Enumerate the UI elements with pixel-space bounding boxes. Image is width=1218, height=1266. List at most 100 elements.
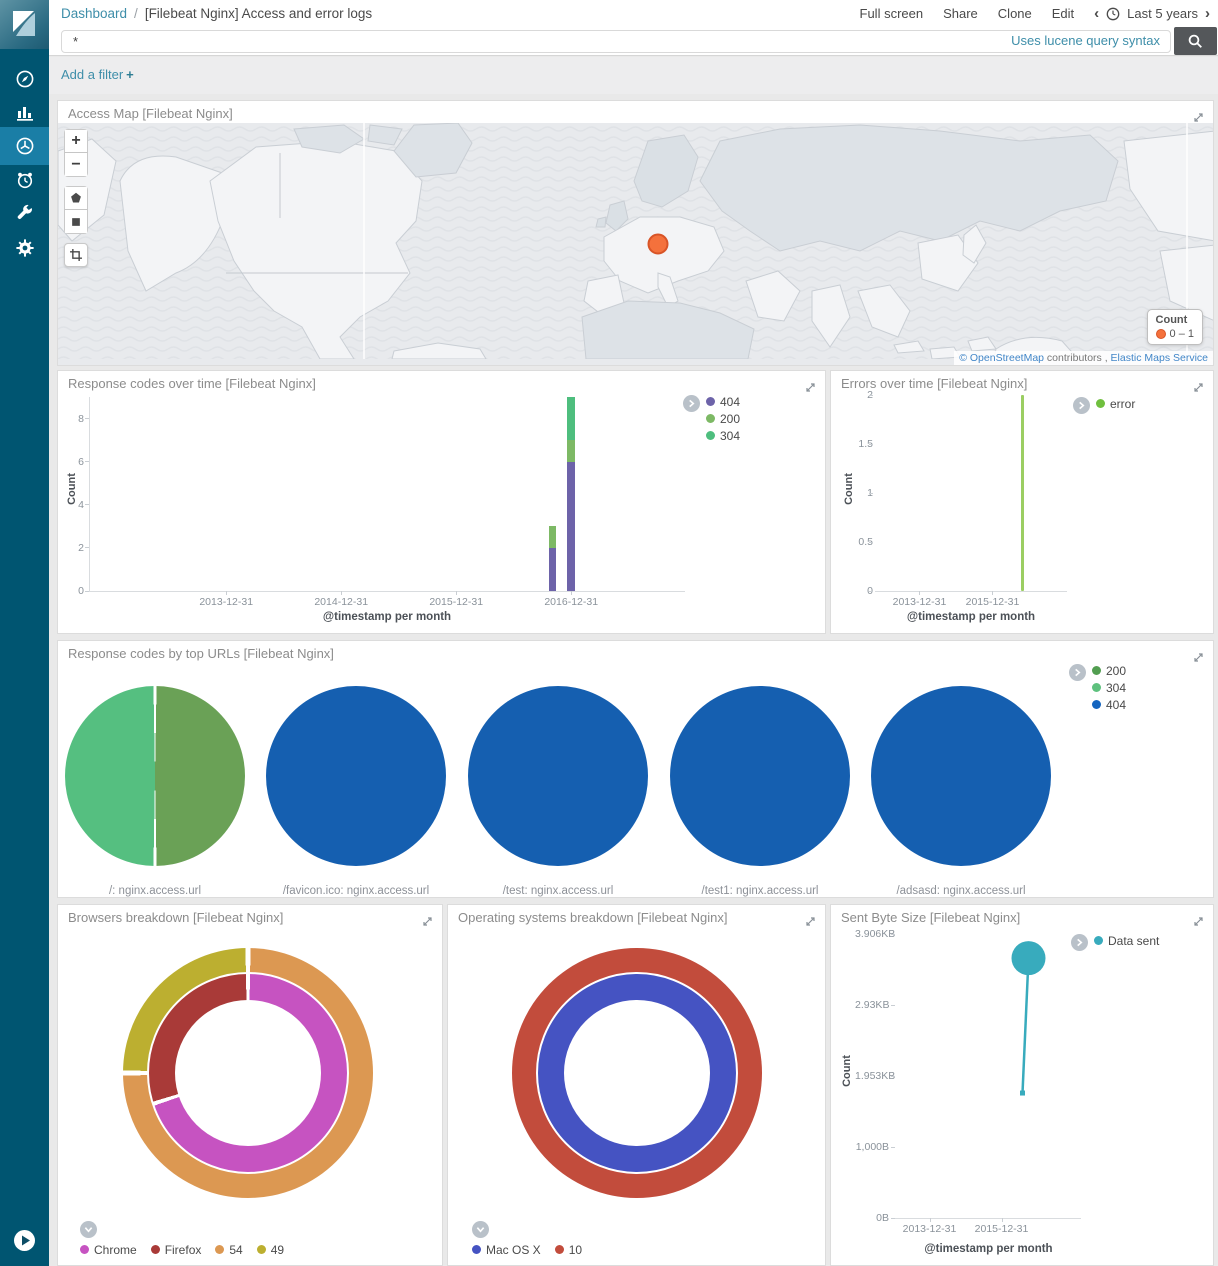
pie-label: /: nginx.access.url bbox=[109, 885, 201, 897]
y-tick-mark bbox=[869, 444, 873, 445]
legend-toggle-icon[interactable] bbox=[1073, 397, 1090, 414]
bar-404[interactable] bbox=[567, 462, 575, 591]
legend-item-Firefox[interactable]: Firefox bbox=[151, 1241, 202, 1258]
sidebar-item-management[interactable] bbox=[0, 229, 49, 267]
y-tick-label: 2 bbox=[839, 389, 873, 401]
legend-label: 10 bbox=[569, 1243, 582, 1257]
legend-item-10[interactable]: 10 bbox=[555, 1241, 582, 1258]
add-filter-button[interactable]: Add a filter+ bbox=[61, 67, 134, 82]
legend-item-49[interactable]: 49 bbox=[257, 1241, 284, 1258]
draw-rectangle-button[interactable] bbox=[64, 210, 88, 234]
world-map[interactable]: + − Count 0 – 1 © Ope bbox=[58, 123, 1213, 365]
legend-collapse-icon[interactable] bbox=[472, 1221, 489, 1238]
zoom-in-button[interactable]: + bbox=[64, 129, 88, 153]
x-tick-label: 2015-12-31 bbox=[966, 596, 1020, 608]
map-marker[interactable] bbox=[649, 235, 668, 254]
legend-item-Data sent[interactable]: Data sent bbox=[1094, 932, 1159, 949]
expand-icon[interactable] bbox=[1193, 110, 1204, 121]
map-attribution: © OpenStreetMap contributors , Elastic M… bbox=[954, 351, 1213, 365]
sidebar-item-dev-tools[interactable] bbox=[0, 194, 49, 232]
legend-item-304[interactable]: 304 bbox=[1092, 679, 1126, 696]
x-tick-mark bbox=[992, 591, 993, 595]
url-pies: /: nginx.access.url/favicon.ico: nginx.a… bbox=[58, 641, 1213, 897]
breadcrumb-dashboard-link[interactable]: Dashboard bbox=[61, 6, 127, 21]
legend-toggle-icon[interactable] bbox=[683, 395, 700, 412]
legend-item-304[interactable]: 304 bbox=[706, 427, 740, 444]
error-line[interactable] bbox=[1021, 395, 1024, 591]
map-legend: Count 0 – 1 bbox=[1147, 309, 1203, 345]
legend-collapse-icon[interactable] bbox=[80, 1221, 97, 1238]
legend-item-200[interactable]: 200 bbox=[706, 410, 740, 427]
x-tick-mark bbox=[456, 591, 457, 595]
legend-toggle-icon[interactable] bbox=[1069, 664, 1086, 681]
x-tick-label: 2015-12-31 bbox=[429, 596, 483, 608]
x-tick-label: 2013-12-31 bbox=[199, 596, 253, 608]
legend-item-404[interactable]: 404 bbox=[706, 393, 740, 410]
panel-access-map: Access Map [Filebeat Nginx] bbox=[57, 100, 1214, 366]
attribution-link[interactable]: © OpenStreetMap bbox=[959, 352, 1044, 364]
bar-200[interactable] bbox=[567, 440, 575, 462]
legend-item-200[interactable]: 200 bbox=[1092, 662, 1126, 679]
chart-legend: Chrome Firefox 54 49 bbox=[80, 1241, 284, 1258]
x-axis-label: @timestamp per month bbox=[891, 1243, 1086, 1255]
legend-item-Mac OS X[interactable]: Mac OS X bbox=[472, 1241, 541, 1258]
bar-304[interactable] bbox=[567, 397, 575, 440]
time-forward-icon[interactable]: › bbox=[1205, 5, 1210, 22]
pie-/favicon.ico[interactable] bbox=[266, 686, 446, 866]
data-point[interactable] bbox=[1020, 1091, 1025, 1096]
pie-label: /adsasd: nginx.access.url bbox=[896, 885, 1025, 897]
time-back-icon[interactable]: ‹ bbox=[1094, 5, 1099, 22]
pie-label: /favicon.ico: nginx.access.url bbox=[283, 885, 429, 897]
lucene-syntax-link[interactable]: Uses lucene query syntax bbox=[1011, 33, 1160, 48]
panel-browsers-breakdown: Browsers breakdown [Filebeat Nginx] Chro… bbox=[57, 904, 443, 1266]
legend-label: error bbox=[1110, 397, 1135, 411]
search-button[interactable] bbox=[1174, 27, 1217, 55]
legend-dot bbox=[706, 431, 715, 440]
legend-dot bbox=[706, 414, 715, 423]
legend-items: Data sent bbox=[1094, 932, 1159, 949]
x-tick-mark bbox=[919, 591, 920, 595]
x-axis-label: @timestamp per month bbox=[871, 611, 1071, 623]
legend-item-54[interactable]: 54 bbox=[215, 1241, 242, 1258]
kibana-logo[interactable] bbox=[0, 0, 49, 49]
map-legend-rows: 0 – 1 bbox=[1156, 328, 1194, 340]
chart-legend: Mac OS X 10 bbox=[472, 1241, 582, 1258]
crop-icon bbox=[69, 248, 83, 262]
pie-/test[interactable] bbox=[468, 686, 648, 866]
data-sent-line[interactable] bbox=[1023, 958, 1029, 1093]
search-icon bbox=[1187, 33, 1204, 50]
y-tick-mark bbox=[85, 418, 89, 419]
legend-item-404[interactable]: 404 bbox=[1092, 696, 1126, 713]
attribution-link[interactable]: Elastic Maps Service bbox=[1111, 352, 1208, 364]
collapse-nav-button[interactable] bbox=[0, 1229, 49, 1252]
fit-bounds-button[interactable] bbox=[64, 243, 88, 267]
bar-200[interactable] bbox=[549, 526, 556, 548]
action-share[interactable]: Share bbox=[943, 6, 978, 21]
pie-/[interactable] bbox=[65, 686, 245, 866]
search-input[interactable] bbox=[61, 30, 1171, 53]
legend-toggle-icon[interactable] bbox=[1071, 934, 1088, 951]
x-tick-label: 2014-12-31 bbox=[314, 596, 368, 608]
pie-/adsasd[interactable] bbox=[871, 686, 1051, 866]
action-clone[interactable]: Clone bbox=[998, 6, 1032, 21]
pie-label: /test1: nginx.access.url bbox=[702, 885, 819, 897]
data-bubble[interactable] bbox=[1012, 941, 1046, 975]
action-edit[interactable]: Edit bbox=[1052, 6, 1074, 21]
time-range-label[interactable]: Last 5 years bbox=[1127, 6, 1198, 21]
legend-dot bbox=[1092, 683, 1101, 692]
legend-item-error[interactable]: error bbox=[1096, 395, 1135, 412]
action-full-screen[interactable]: Full screen bbox=[860, 6, 924, 21]
sidebar-item-dashboard[interactable] bbox=[0, 127, 49, 165]
draw-polygon-button[interactable] bbox=[64, 186, 88, 210]
pie-/test1[interactable] bbox=[670, 686, 850, 866]
header-actions: Full screen Share Clone Edit ‹ Last 5 years… bbox=[860, 0, 1210, 27]
axis-line bbox=[875, 591, 1067, 592]
bar-404[interactable] bbox=[549, 548, 556, 591]
sidebar-item-visualize[interactable] bbox=[0, 93, 49, 131]
zoom-out-button[interactable]: − bbox=[64, 153, 88, 177]
query-bar: Uses lucene query syntax bbox=[49, 27, 1218, 56]
os-donut bbox=[448, 905, 825, 1265]
panel-os-breakdown: Operating systems breakdown [Filebeat Ng… bbox=[447, 904, 826, 1266]
legend-item-Chrome[interactable]: Chrome bbox=[80, 1241, 137, 1258]
x-tick-mark bbox=[226, 591, 227, 595]
